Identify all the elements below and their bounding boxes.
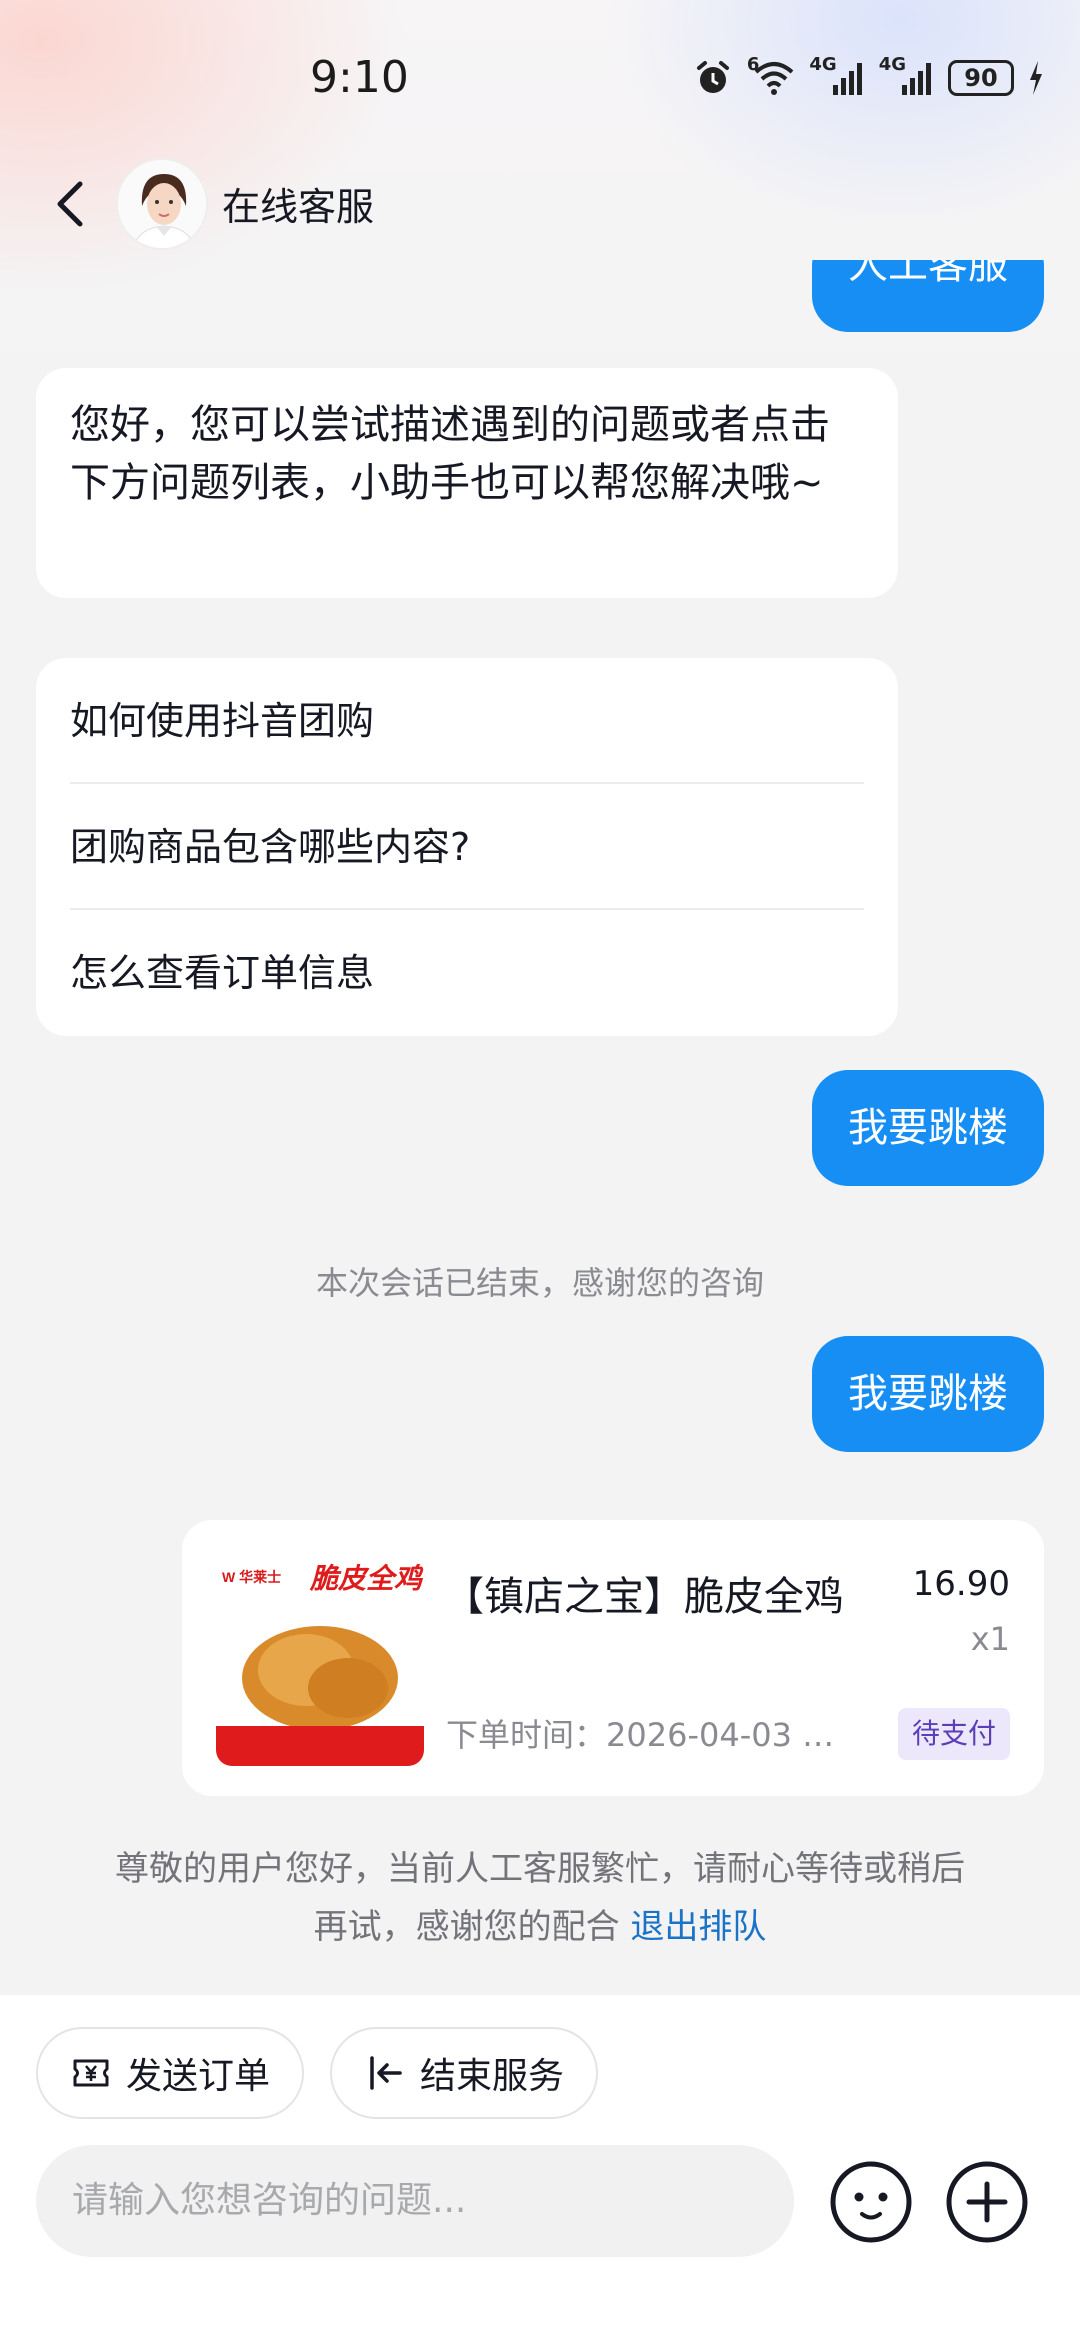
signal-icon-1: 4G (809, 54, 864, 95)
emoji-icon (830, 2161, 912, 2243)
back-button[interactable] (44, 174, 104, 234)
signal-icon-2: 4G (879, 54, 934, 95)
order-price: 16.90 (912, 1564, 1010, 1604)
outgoing-message: 我要跳楼 (812, 1070, 1044, 1186)
status-icons: 6 4G 4G 90 (693, 54, 1044, 98)
plus-icon (946, 2161, 1028, 2243)
question-list: 如何使用抖音团购 团购商品包含哪些内容? 怎么查看订单信息 (36, 658, 898, 1036)
brand-logo: W 华莱士 (222, 1569, 281, 1585)
bottom-panel: 发送订单 结束服务 请输入您想咨询的问题... (0, 1995, 1080, 2340)
charging-icon (1028, 61, 1044, 95)
clock: 9:10 (310, 52, 409, 103)
message-input[interactable]: 请输入您想咨询的问题... (36, 2145, 794, 2257)
chat-header: 在线客服 (0, 150, 1080, 260)
order-card[interactable]: W 华莱士 脆皮全鸡 【镇店之宝】脆皮全鸡 16.90 x1 下单时间：2026… (182, 1520, 1044, 1796)
greeting-message: 您好，您可以尝试描述遇到的问题或者点击下方问题列表，小助手也可以帮您解决哦~ (36, 368, 898, 598)
system-message: 本次会话已结束，感谢您的咨询 (315, 1264, 764, 1302)
wifi-icon: 6 (747, 54, 796, 96)
emoji-button[interactable] (826, 2157, 916, 2247)
send-order-label: 发送订单 (126, 2056, 271, 2097)
queue-notice: 尊敬的用户您好，当前人工客服繁忙，请耐心等待或稍后再试，感谢您的配合 退出排队 (100, 1840, 980, 1956)
end-service-label: 结束服务 (420, 2056, 565, 2097)
order-time: 下单时间：2026-04-03 … (446, 1716, 835, 1754)
exit-icon (370, 2056, 402, 2090)
product-image: W 华莱士 脆皮全鸡 (216, 1558, 424, 1766)
alarm-icon (693, 58, 733, 98)
order-quantity: x1 (970, 1620, 1010, 1658)
chat-area[interactable]: 人工客服 您好，您可以尝试描述遇到的问题或者点击下方问题列表，小助手也可以帮您解… (0, 260, 1080, 1995)
exit-queue-link[interactable]: 退出排队 (630, 1907, 766, 1947)
status-bar: 9:10 6 4G 4G 90 (0, 0, 1080, 160)
agent-avatar[interactable] (116, 158, 208, 250)
order-status-badge: 待支付 (897, 1708, 1010, 1760)
chevron-left-icon (57, 181, 83, 227)
end-service-button[interactable]: 结束服务 (330, 2027, 599, 2119)
battery-icon: 90 (948, 60, 1014, 96)
question-item[interactable]: 如何使用抖音团购 (70, 658, 864, 784)
outgoing-message: 人工客服 (812, 260, 1044, 332)
more-button[interactable] (942, 2157, 1032, 2247)
question-item[interactable]: 怎么查看订单信息 (70, 910, 864, 1036)
coupon-icon (73, 2059, 109, 2087)
queue-notice-text: 尊敬的用户您好，当前人工客服繁忙，请耐心等待或稍后再试，感谢您的配合 (115, 1849, 965, 1947)
chat-title: 在线客服 (222, 185, 375, 229)
send-order-button[interactable]: 发送订单 (36, 2027, 305, 2119)
product-image-title: 脆皮全鸡 (309, 1562, 424, 1595)
order-title: 【镇店之宝】脆皮全鸡 (444, 1574, 844, 1620)
outgoing-message: 我要跳楼 (812, 1336, 1044, 1452)
agent-avatar-image (118, 160, 206, 248)
question-item[interactable]: 团购商品包含哪些内容? (70, 784, 864, 910)
